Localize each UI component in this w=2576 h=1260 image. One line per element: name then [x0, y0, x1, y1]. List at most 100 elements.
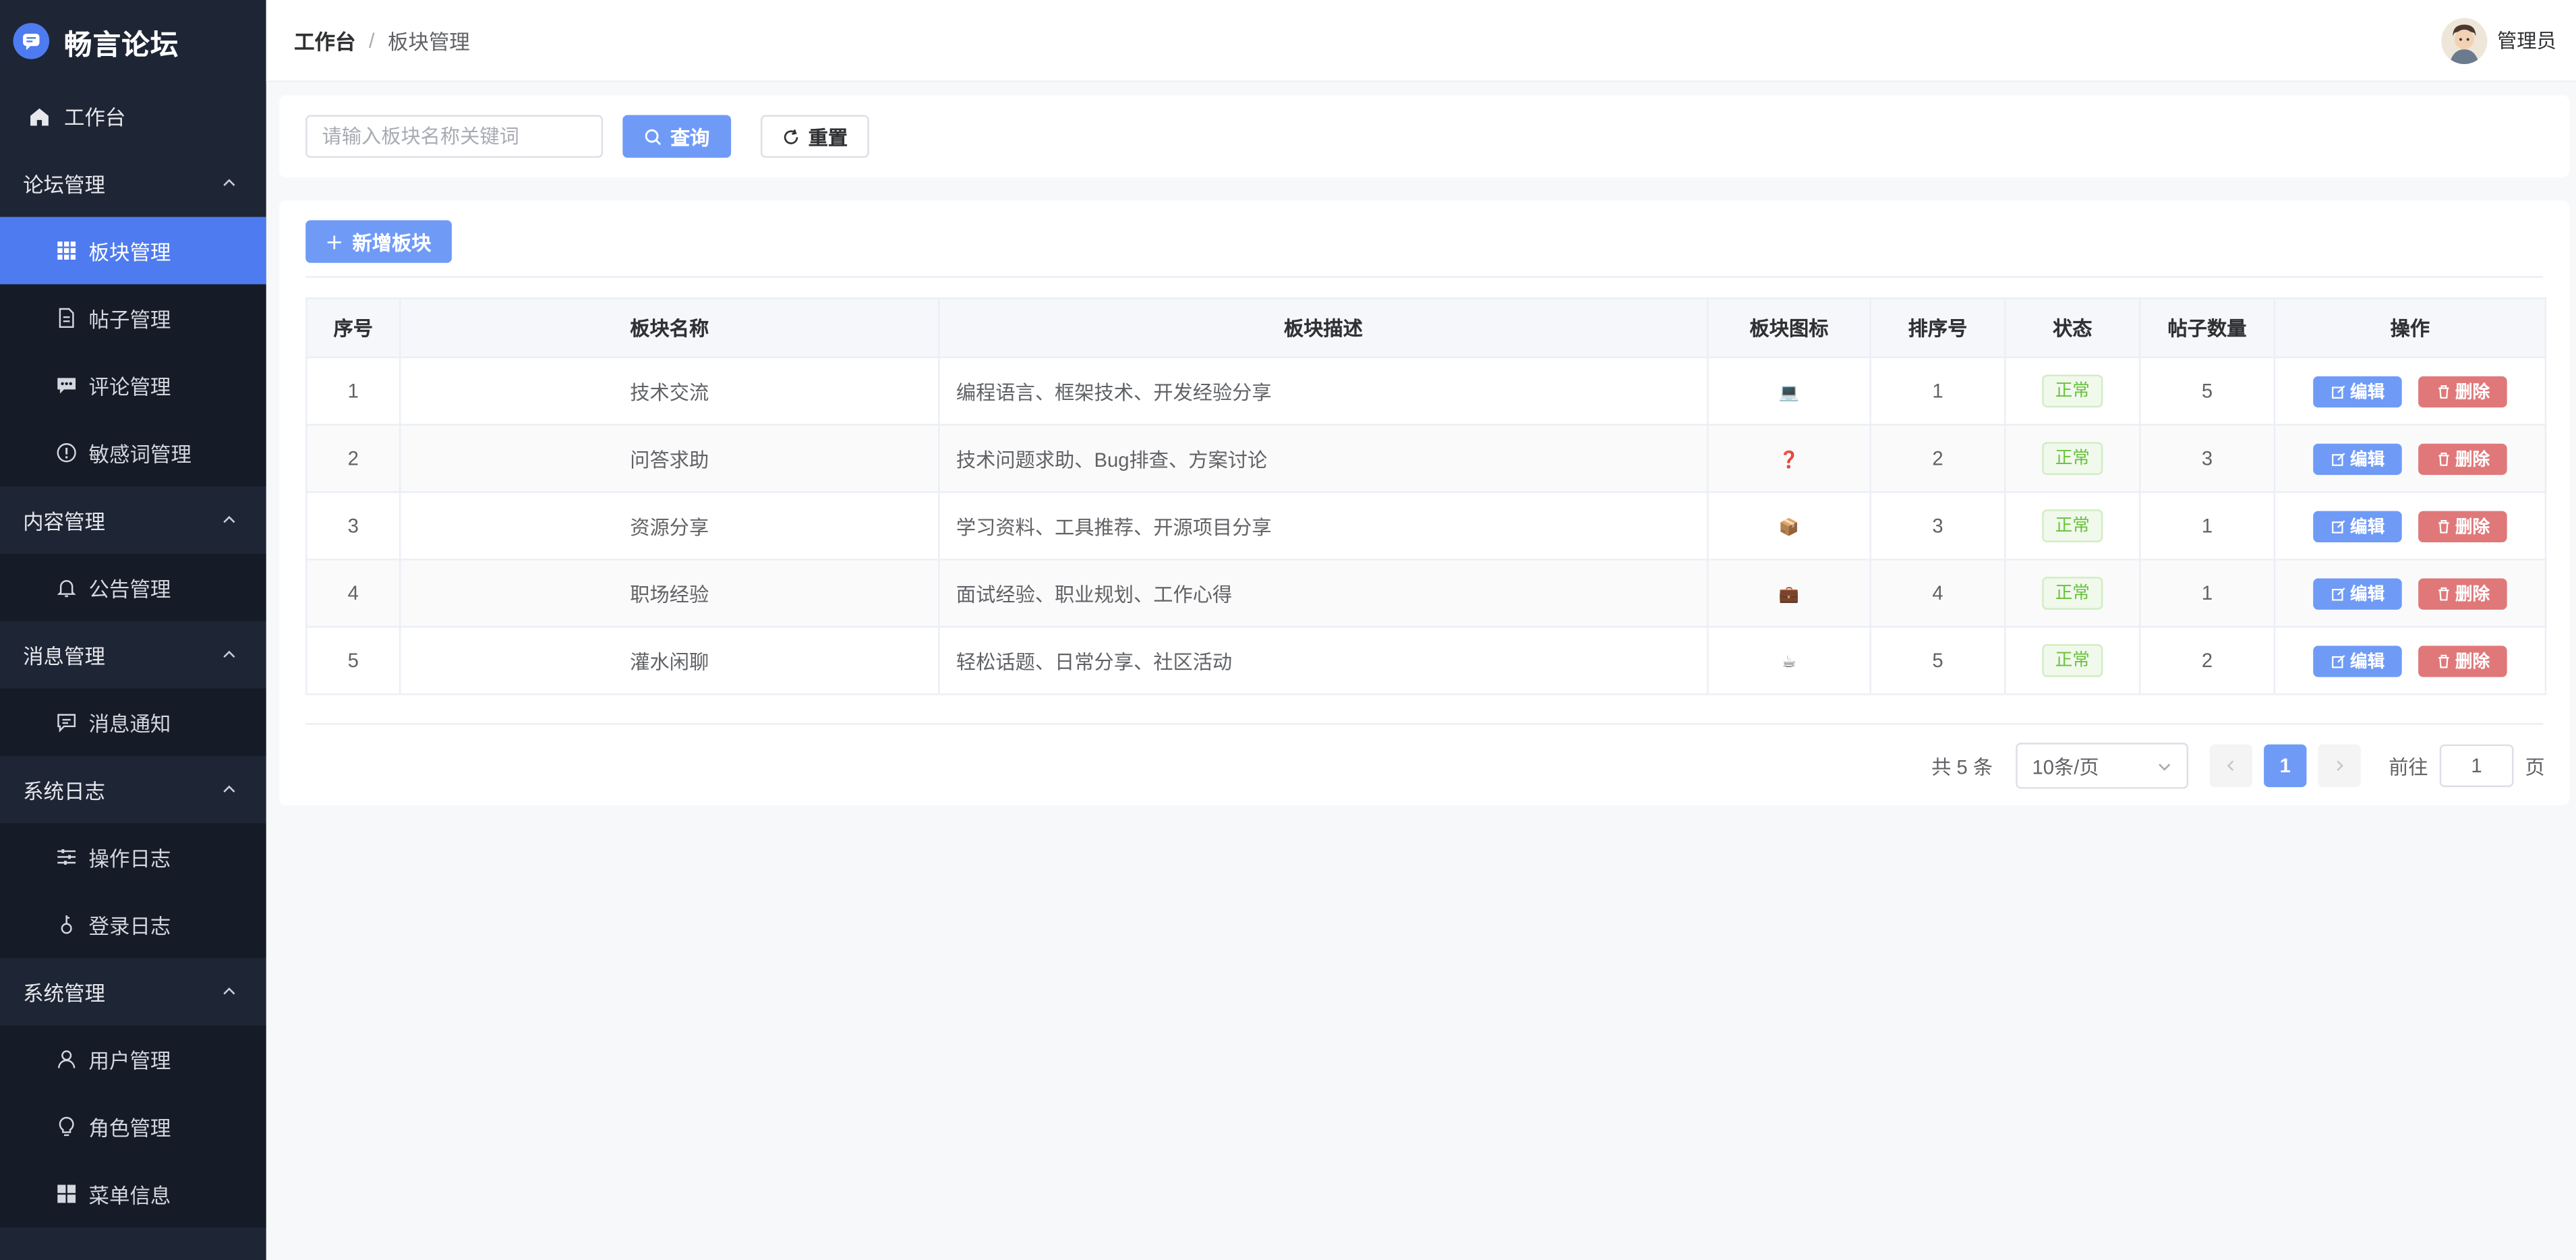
- cell-posts: 5: [2138, 356, 2276, 426]
- add-section-button[interactable]: 新增板块: [305, 220, 452, 263]
- edit-icon: [2331, 519, 2345, 533]
- home-icon: [30, 107, 49, 125]
- column-header: 状态: [2004, 297, 2141, 359]
- delete-label: 删除: [2455, 449, 2490, 469]
- cell-description: 编程语言、框架技术、开发经验分享: [938, 356, 1709, 426]
- cell-icon: 📦: [1707, 491, 1871, 561]
- key-icon: [61, 915, 72, 934]
- page-size-value: 10条/页: [2032, 755, 2099, 778]
- chevron-up-icon: [223, 515, 235, 523]
- goto-suffix: 页: [2525, 755, 2545, 778]
- status-badge: 正常: [2042, 442, 2103, 476]
- prev-page-button[interactable]: [2209, 744, 2252, 787]
- sidebar-group-logs[interactable]: 系统日志: [0, 756, 266, 824]
- sidebar-item-label: 登录日志: [88, 915, 171, 939]
- delete-button[interactable]: 删除: [2418, 645, 2507, 677]
- bell-icon: [57, 579, 76, 598]
- cell-name: 技术交流: [399, 356, 940, 426]
- username: 管理员: [2497, 29, 2556, 53]
- sidebar-item-label: 评论管理: [88, 376, 171, 400]
- cell-posts: 2: [2138, 626, 2276, 695]
- sidebar-group-content[interactable]: 内容管理: [0, 486, 266, 554]
- cell-icon: 💻: [1707, 356, 1871, 426]
- column-header: 帖子数量: [2138, 297, 2276, 359]
- avatar[interactable]: [2441, 17, 2488, 63]
- cell-sort: 5: [1869, 626, 2006, 695]
- status-badge: 正常: [2042, 374, 2103, 408]
- cell-index: 3: [305, 491, 401, 561]
- column-header: 排序号: [1869, 297, 2006, 359]
- edit-button[interactable]: 编辑: [2313, 375, 2402, 407]
- edit-button[interactable]: 编辑: [2313, 442, 2402, 474]
- column-header: 板块图标: [1707, 297, 1871, 359]
- trash-icon: [2437, 654, 2449, 668]
- edit-button[interactable]: 编辑: [2313, 510, 2402, 542]
- reset-button[interactable]: 重置: [760, 115, 869, 158]
- sidebar-group-forum[interactable]: 论坛管理: [0, 150, 266, 217]
- sidebar-item-post-management[interactable]: 帖子管理: [0, 284, 266, 352]
- refresh-icon: [784, 128, 798, 144]
- edit-button[interactable]: 编辑: [2313, 645, 2402, 677]
- page-size-select[interactable]: 10条/页: [2016, 743, 2188, 789]
- goto-page-input[interactable]: [2439, 744, 2514, 787]
- sidebar-item-notifications[interactable]: 消息通知: [0, 688, 266, 756]
- user-menu[interactable]: 管理员: [2441, 17, 2556, 63]
- delete-button[interactable]: 删除: [2418, 577, 2507, 609]
- cell-index: 1: [305, 356, 401, 426]
- top-header: 工作台 / 板块管理 管理员: [266, 0, 2576, 82]
- cell-description: 学习资料、工具推荐、开源项目分享: [938, 491, 1709, 561]
- sidebar-item-login-log[interactable]: 登录日志: [0, 890, 266, 958]
- sidebar-item-dashboard[interactable]: 工作台: [0, 82, 266, 150]
- breadcrumb: 工作台 / 板块管理: [294, 25, 470, 56]
- total-count: 共 5 条: [1931, 755, 1993, 778]
- cell-name: 资源分享: [399, 491, 940, 561]
- query-button-label: 查询: [670, 125, 710, 149]
- edit-icon: [2331, 654, 2345, 668]
- sidebar-item-user-management[interactable]: 用户管理: [0, 1025, 266, 1093]
- cell-status: 正常: [2004, 491, 2141, 561]
- status-badge: 正常: [2042, 577, 2103, 610]
- sidebar-group-label: 论坛管理: [23, 174, 105, 198]
- app-logo[interactable]: 畅言论坛: [0, 0, 266, 82]
- sidebar-item-label: 工作台: [64, 107, 126, 130]
- sidebar-item-menu-info[interactable]: 菜单信息: [0, 1159, 266, 1228]
- sidebar-item-role-management[interactable]: 角色管理: [0, 1093, 266, 1160]
- menu-grid-icon: [57, 1184, 76, 1203]
- column-header: 板块描述: [938, 297, 1709, 359]
- sidebar-item-comment-management[interactable]: 评论管理: [0, 351, 266, 420]
- delete-label: 删除: [2455, 651, 2490, 672]
- cell-posts: 1: [2138, 559, 2276, 628]
- table-row: 1 技术交流 编程语言、框架技术、开发经验分享 💻 1 正常 5 编辑 删除: [305, 356, 2547, 426]
- sidebar-item-section-management[interactable]: 板块管理: [0, 217, 266, 285]
- sidebar-item-sensitive-words[interactable]: 敏感词管理: [0, 419, 266, 487]
- sidebar-item-operation-log[interactable]: 操作日志: [0, 823, 266, 891]
- chevron-up-icon: [223, 650, 235, 658]
- message-icon: [57, 714, 76, 733]
- delete-button[interactable]: 删除: [2418, 510, 2507, 542]
- status-badge: 正常: [2042, 643, 2103, 677]
- edit-button[interactable]: 编辑: [2313, 577, 2402, 609]
- search-icon: [645, 128, 662, 144]
- sidebar-item-label: 操作日志: [88, 848, 171, 871]
- sidebar-group-message[interactable]: 消息管理: [0, 621, 266, 689]
- breadcrumb-home[interactable]: 工作台: [294, 25, 355, 56]
- chevron-down-icon: [2159, 763, 2171, 770]
- page-number-button[interactable]: 1: [2264, 744, 2307, 787]
- delete-button[interactable]: 删除: [2418, 375, 2507, 407]
- search-input[interactable]: [305, 115, 604, 158]
- trash-icon: [2437, 384, 2449, 398]
- sidebar-group-system[interactable]: 系统管理: [0, 958, 266, 1025]
- cell-actions: 编辑 删除: [2273, 559, 2547, 628]
- delete-button[interactable]: 删除: [2418, 442, 2507, 474]
- column-header: 板块名称: [399, 297, 940, 359]
- next-page-button[interactable]: [2318, 744, 2361, 787]
- grid-icon: [57, 241, 76, 260]
- divider: [305, 722, 2544, 725]
- sidebar-item-label: 菜单信息: [88, 1184, 171, 1208]
- query-button[interactable]: 查询: [622, 115, 732, 158]
- sidebar-item-announcement[interactable]: 公告管理: [0, 554, 266, 621]
- divider: [305, 276, 2544, 278]
- chevron-up-icon: [223, 179, 235, 186]
- cell-sort: 4: [1869, 559, 2006, 628]
- question-icon: ❓: [1778, 451, 1800, 470]
